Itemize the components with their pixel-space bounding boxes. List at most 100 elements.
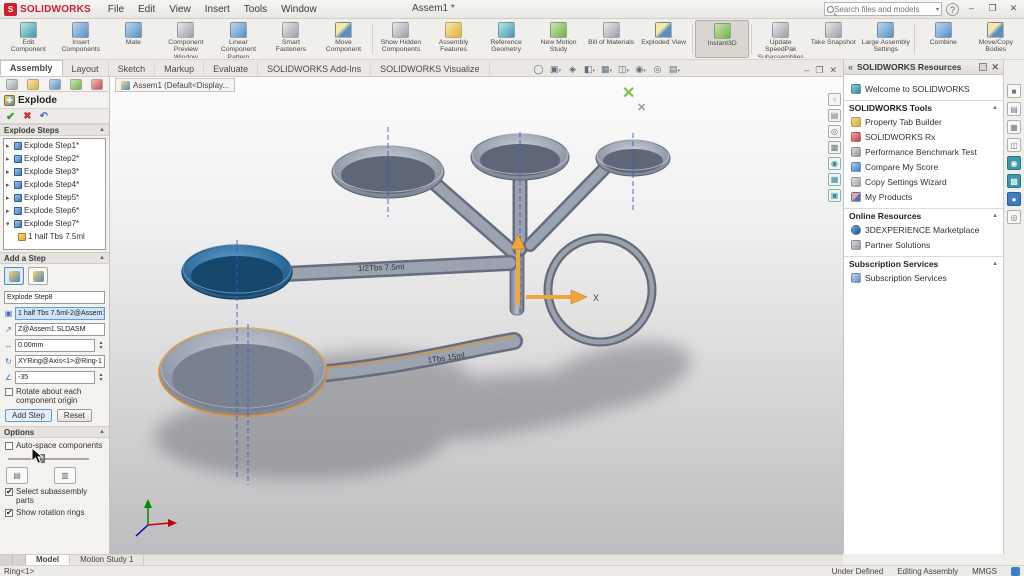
units-status[interactable]: MMGS <box>972 567 997 576</box>
rotate-origin-checkbox[interactable] <box>5 388 13 396</box>
distance-field[interactable]: 0.00mm <box>15 339 95 352</box>
collapse-chevron-icon[interactable]: ▲ <box>992 261 998 267</box>
explode-step-item[interactable]: ▸Explode Step5* <box>4 191 105 204</box>
show-rotation-rings-checkbox[interactable] <box>5 509 13 517</box>
direction-field[interactable]: Z@Assem1.SLDASM <box>15 323 105 336</box>
menu-tools[interactable]: Tools <box>237 2 274 17</box>
welcome-link[interactable]: Welcome to SOLIDWORKS <box>844 81 1003 96</box>
splitter-handle[interactable] <box>0 555 13 565</box>
reset-button[interactable]: Reset <box>57 409 92 422</box>
pushpin-icon[interactable]: ▫ <box>828 93 841 106</box>
explode-steps-list[interactable]: ▸Explode Step1* ▸Explode Step2* ▸Explode… <box>3 138 106 250</box>
expand-icon[interactable]: ▸ <box>6 168 12 176</box>
smart-fasteners-button[interactable]: Smart Fasteners <box>265 20 318 58</box>
restore-button[interactable]: ❐ <box>984 2 1001 16</box>
solidworks-tools-section[interactable]: SOLIDWORKS Tools▲ <box>844 100 1003 114</box>
search-dropdown-icon[interactable]: ▾ <box>936 6 939 13</box>
appearances-scenes-icon[interactable]: ◉ <box>1007 156 1021 170</box>
move-component-button[interactable]: Move Component <box>317 20 370 58</box>
spacing-slider[interactable] <box>8 454 101 464</box>
expand-icon[interactable]: ▸ <box>6 207 12 215</box>
display-style-icon[interactable]: ◫▾ <box>617 63 631 76</box>
drag-arrow-x[interactable]: X <box>526 290 599 304</box>
linear-component-pattern-button[interactable]: Linear Component Pattern <box>212 20 265 58</box>
options-section[interactable]: Options▲ <box>0 426 109 438</box>
step-name-field[interactable]: Explode Step8 <box>4 291 105 304</box>
view-palette-icon[interactable]: ◫ <box>1007 138 1021 152</box>
explode-steps-section[interactable]: Explode Steps▲ <box>0 124 109 136</box>
auto-space-checkbox[interactable] <box>5 442 13 450</box>
compare-my-score-link[interactable]: Compare My Score <box>844 159 1003 174</box>
pin-icon[interactable] <box>979 63 987 71</box>
ok-button[interactable]: ✔ <box>6 110 15 123</box>
sensors-icon[interactable]: ◎ <box>828 125 841 138</box>
solidworks-rx-link[interactable]: SOLIDWORKS Rx <box>844 129 1003 144</box>
appearances-icon[interactable]: ◉ <box>828 157 841 170</box>
property-tab-builder-link[interactable]: Property Tab Builder <box>844 114 1003 129</box>
file-explorer-icon[interactable]: ▦ <box>1007 120 1021 134</box>
tab-assembly[interactable]: Assembly <box>0 60 63 76</box>
close-button[interactable]: ✕ <box>1005 2 1022 16</box>
collapse-icon[interactable]: ▾ <box>6 220 12 228</box>
angle-field[interactable]: -35 <box>15 371 95 384</box>
add-a-step-section[interactable]: Add a Step▲ <box>0 252 109 264</box>
edit-component-button[interactable]: Edit Component <box>2 20 55 58</box>
move-copy-bodies-button[interactable]: Move/Copy Bodies <box>970 20 1023 58</box>
partner-solutions-link[interactable]: Partner Solutions <box>844 237 1003 252</box>
expand-icon[interactable]: ▸ <box>6 155 12 163</box>
update-speedpak-button[interactable]: Update SpeedPak Subassemblies <box>754 20 807 58</box>
expand-icon[interactable]: ▸ <box>6 194 12 202</box>
measuring-spoons-model[interactable]: 1/2Tbs 7.5ml 1Tbs 15ml X <box>110 77 843 554</box>
settings-strip-icon[interactable]: ◎ <box>1007 210 1021 224</box>
expand-icon[interactable]: ▸ <box>6 181 12 189</box>
zoom-fit-icon[interactable]: ◯ <box>532 63 546 76</box>
online-resources-section[interactable]: Online Resources▲ <box>844 208 1003 222</box>
apply-scene-icon[interactable]: ▤▾ <box>668 63 682 76</box>
distance-spinner[interactable]: ▲▼ <box>97 341 105 351</box>
tab-sketch[interactable]: Sketch <box>109 62 156 76</box>
insert-components-button[interactable]: Insert Components <box>55 20 108 58</box>
explode-step-component[interactable]: 1 half Tbs 7.5ml <box>4 230 105 243</box>
menu-edit[interactable]: Edit <box>131 2 162 17</box>
forum-icon[interactable]: ● <box>1007 192 1021 206</box>
help-icon[interactable]: ? <box>946 3 959 16</box>
my-products-link[interactable]: My Products <box>844 189 1003 204</box>
resources-tab-icon[interactable]: ■ <box>1007 84 1021 98</box>
combine-button[interactable]: Combine <box>917 20 970 58</box>
menu-file[interactable]: File <box>101 2 131 17</box>
tab-markup[interactable]: Markup <box>155 62 204 76</box>
spoon-bottom-selected[interactable] <box>159 328 327 416</box>
minimize-button[interactable]: – <box>963 2 980 16</box>
instant3d-button[interactable]: Instant3D <box>695 20 750 58</box>
undo-button[interactable]: ↶ <box>40 111 48 122</box>
configurationmanager-tab-icon[interactable] <box>49 79 61 90</box>
explode-step-item[interactable]: ▸Explode Step1* <box>4 139 105 152</box>
hide-tree-icon[interactable]: ▤ <box>828 109 841 122</box>
menu-view[interactable]: View <box>162 2 198 17</box>
auto-space-checkbox-row[interactable]: Auto-space components <box>5 441 104 450</box>
menu-window[interactable]: Window <box>274 2 324 17</box>
close-pane-icon[interactable]: ✕ <box>991 62 999 73</box>
splitter-handle[interactable] <box>13 555 26 565</box>
add-step-button[interactable]: Add Step <box>5 409 52 422</box>
tab-solidworks-visualize[interactable]: SOLIDWORKS Visualize <box>371 62 489 76</box>
displaymanager-tab-icon[interactable] <box>91 79 103 90</box>
rotation-axis-field[interactable]: XYRing@Axis<1>@Ring-1 <box>15 355 105 368</box>
reference-geometry-button[interactable]: Reference Geometry <box>480 20 533 58</box>
annotations-icon[interactable]: ▩ <box>828 141 841 154</box>
cancel-button[interactable]: ✖ <box>23 111 31 122</box>
radial-step-button[interactable] <box>28 267 48 285</box>
dimxpertmanager-tab-icon[interactable] <box>70 79 82 90</box>
featuremanager-tab-icon[interactable] <box>6 79 18 90</box>
cancel-corner-icon[interactable]: ✕ <box>637 101 646 114</box>
view-orientation-icon[interactable]: ▦▾ <box>600 63 614 76</box>
show-hidden-components-button[interactable]: Show Hidden Components <box>375 20 428 58</box>
search-box[interactable]: ▾ <box>824 2 942 16</box>
doc-minimize-icon[interactable]: – <box>804 65 809 76</box>
graphics-area[interactable]: 1/2Tbs 7.5ml 1Tbs 15ml X Assem1 <box>110 77 843 554</box>
menu-insert[interactable]: Insert <box>198 2 237 17</box>
select-subassembly-checkbox[interactable] <box>5 488 13 496</box>
component-preview-window-button[interactable]: Component Preview Window <box>160 20 213 58</box>
new-motion-study-button[interactable]: New Motion Study <box>532 20 585 58</box>
explode-step-item[interactable]: ▸Explode Step3* <box>4 165 105 178</box>
